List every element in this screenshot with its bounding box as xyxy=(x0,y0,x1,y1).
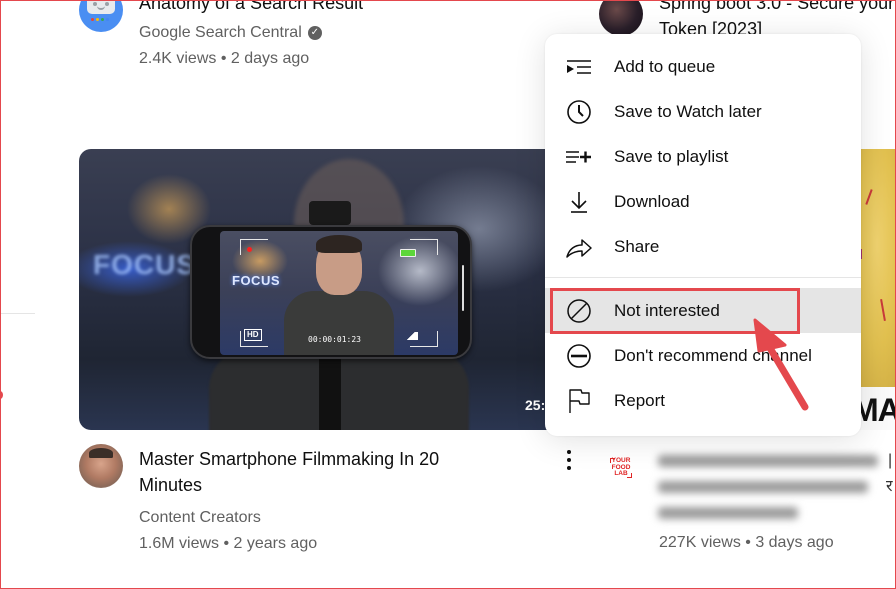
menu-item-add-to-queue[interactable]: Add to queue xyxy=(545,44,861,89)
flag-icon xyxy=(565,387,593,415)
edge-marker xyxy=(0,391,3,399)
phone-side-bar xyxy=(462,265,464,311)
menu-item-dont-recommend-channel[interactable]: Don't recommend channel xyxy=(545,333,861,378)
menu-item-save-playlist[interactable]: Save to playlist xyxy=(545,134,861,179)
frame-bracket xyxy=(240,239,268,255)
frame-bracket xyxy=(410,239,438,255)
menu-item-download[interactable]: Download xyxy=(545,179,861,224)
channel-name[interactable]: Google Search Central ✓ xyxy=(139,22,322,44)
menu-item-label: Don't recommend channel xyxy=(614,345,812,365)
phone-stand xyxy=(319,359,341,430)
focus-sign: FOCUS xyxy=(232,273,280,288)
video-title[interactable]: Anatomy of a Search Result xyxy=(139,0,363,16)
google-search-central-avatar[interactable] xyxy=(79,0,123,32)
share-icon xyxy=(565,233,593,261)
menu-item-label: Not interested xyxy=(614,300,720,320)
background-focus-sign: FOCUS xyxy=(93,249,196,280)
duration-badge: 25: xyxy=(525,397,546,413)
timecode: 00:00:01:23 xyxy=(308,335,361,344)
menu-item-label: Report xyxy=(614,390,666,410)
video-title-line1[interactable]: Spring boot 3.0 - Secure your xyxy=(659,0,894,16)
person-body xyxy=(284,291,394,355)
divider xyxy=(0,313,35,314)
signal-icon xyxy=(404,332,418,340)
menu-item-label: Download xyxy=(614,191,690,211)
video-stats: 2.4K views • 2 days ago xyxy=(139,50,310,67)
channel-avatar[interactable] xyxy=(599,0,643,36)
video-stats: 227K views • 3 days ago xyxy=(659,534,834,551)
video-title-line1[interactable]: Master Smartphone Filmmaking In 20 xyxy=(139,446,439,472)
menu-item-save-watch-later[interactable]: Save to Watch later xyxy=(545,89,861,134)
channel-name-text[interactable]: Google Search Central xyxy=(139,22,302,44)
logo-word: LAB xyxy=(614,470,628,477)
your-food-lab-logo[interactable]: YOUR FOOD LAB xyxy=(609,457,633,479)
person-hair xyxy=(316,235,362,253)
truncated-title-glyph: र xyxy=(886,478,893,495)
menu-item-report[interactable]: Report xyxy=(545,378,861,423)
more-actions-kebab-icon[interactable] xyxy=(560,448,578,472)
video-stats: 1.6M views • 2 years ago xyxy=(139,535,318,552)
robot-face-icon xyxy=(87,0,115,14)
hd-label: HD xyxy=(244,329,262,341)
video-thumbnail[interactable]: FOCUS FOCUS HD 00:00:01:23 25: xyxy=(79,149,565,430)
block-icon xyxy=(565,297,593,325)
phone-illustration: FOCUS HD 00:00:01:23 xyxy=(190,225,472,359)
menu-item-share[interactable]: Share xyxy=(545,224,861,269)
menu-item-label: Save to playlist xyxy=(614,146,729,166)
blurred-video-title[interactable] xyxy=(652,449,888,527)
menu-item-label: Share xyxy=(614,236,660,256)
video-context-menu: Add to queue Save to Watch later Save to… xyxy=(545,34,861,436)
menu-item-label: Save to Watch later xyxy=(614,101,762,121)
phone-clip xyxy=(309,201,351,225)
channel-name[interactable]: Content Creators xyxy=(139,507,261,529)
menu-item-not-interested[interactable]: Not interested xyxy=(545,288,861,333)
menu-separator xyxy=(545,277,861,278)
download-icon xyxy=(565,188,593,216)
clock-icon xyxy=(565,98,593,126)
video-title-line2[interactable]: Minutes xyxy=(139,472,202,498)
content-creators-avatar[interactable] xyxy=(79,444,123,488)
phone-screen: FOCUS HD 00:00:01:23 xyxy=(220,231,458,355)
minus-circle-icon xyxy=(565,342,593,370)
verified-badge-icon: ✓ xyxy=(307,26,322,40)
truncated-title-glyph: | xyxy=(888,452,893,469)
queue-icon xyxy=(565,53,593,81)
menu-item-label: Add to queue xyxy=(614,56,716,76)
playlist-add-icon xyxy=(565,143,593,171)
